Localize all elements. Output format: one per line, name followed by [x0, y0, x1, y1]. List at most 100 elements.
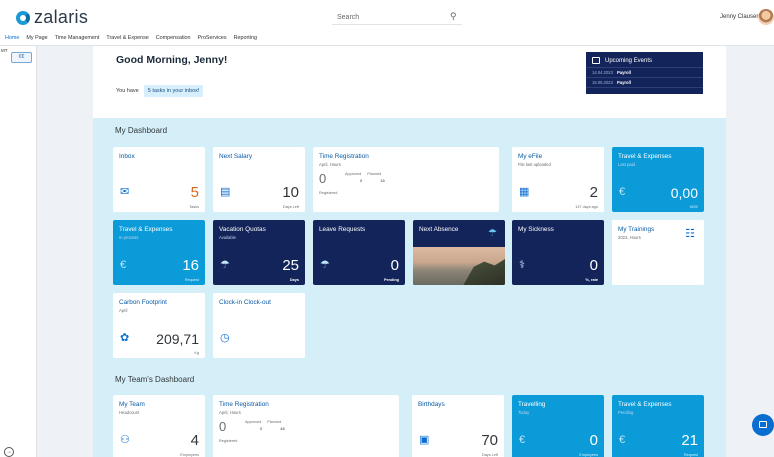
beach-icon: ☂: [220, 259, 230, 271]
user-name: Jenny Clausen: [720, 14, 760, 20]
tile-value: 0,00: [670, 185, 698, 201]
tile-title: Travel & Expenses: [618, 401, 672, 408]
time-labels: Approved Planned: [245, 420, 281, 424]
registered-value: 0: [319, 171, 327, 186]
greeting-title: Good Morning, Jenny!: [116, 54, 228, 66]
time-registration-tile[interactable]: Time Registration April, Hours 0 Approve…: [313, 147, 499, 212]
tile-title: Carbon Footprint: [119, 299, 167, 306]
travel-expenses-in-process-tile[interactable]: Travel & Expenses In process € 16 Reques…: [113, 220, 205, 285]
next-absence-tile[interactable]: Next Absence ☂: [413, 220, 505, 285]
team-icon: ⚇: [120, 434, 130, 446]
my-efile-tile[interactable]: My eFile File last uploaded ▦ 2 137 days…: [512, 147, 604, 212]
nav-item-proservices[interactable]: ProServices: [197, 32, 228, 45]
clock-user-icon: ◷: [220, 332, 230, 344]
tile-value: 4: [190, 432, 199, 449]
main-nav: Home My Page Time Management Travel & Ex…: [0, 32, 774, 46]
team-travel-expenses-tile[interactable]: Travel & Expenses Pending € 21 Request: [612, 395, 704, 457]
travel-expenses-last-paid-tile[interactable]: Travel & Expenses Last paid € 0,00 NOK: [612, 147, 704, 212]
birthdays-tile[interactable]: Birthdays ▣ 70 Days Left: [412, 395, 504, 457]
nav-item-compensation[interactable]: Compensation: [155, 32, 192, 45]
event-row[interactable]: 15.05.2023 Payroll: [586, 78, 703, 88]
event-date: 15.05.2023: [592, 80, 613, 85]
tile-footer: Pending: [384, 278, 399, 282]
tile-title: Travel & Expenses: [119, 226, 173, 233]
clock-in-out-tile[interactable]: Clock-in Clock-out ◷: [213, 293, 305, 358]
planned-label: Planned: [367, 172, 382, 176]
team-time-registration-tile[interactable]: Time Registration April, Hours 0 Approve…: [213, 395, 399, 457]
tile-footer: Request: [683, 453, 698, 457]
tile-footer: Request: [184, 278, 199, 282]
planned-value: 16: [380, 178, 385, 183]
tile-value: 70: [481, 432, 498, 449]
upcoming-events-panel[interactable]: Upcoming Events 14.04.2023 Payroll 15.05…: [586, 52, 703, 94]
tile-title: Next Salary: [219, 153, 253, 160]
nav-item-my-page[interactable]: My Page: [25, 32, 48, 45]
event-name: Payroll: [616, 70, 631, 75]
tile-subtitle: Today: [518, 410, 530, 415]
tile-footer: NOK: [689, 205, 698, 209]
tile-title: Birthdays: [418, 401, 445, 408]
nav-item-time-management[interactable]: Time Management: [54, 32, 101, 45]
tile-title: Leave Requests: [319, 226, 366, 233]
tile-title: Travelling: [518, 401, 546, 408]
event-name: Payroll: [616, 80, 631, 85]
tile-subtitle: File last uploaded: [518, 162, 551, 167]
avatar[interactable]: [758, 9, 774, 25]
event-row[interactable]: 14.04.2023 Payroll: [586, 68, 703, 78]
planned-label: Planned: [267, 420, 282, 424]
brand-logo[interactable]: zalaris: [16, 7, 88, 28]
approved-label: Approved: [345, 172, 362, 176]
exit-icon[interactable]: →: [4, 447, 14, 457]
inbox-summary: You have 5 tasks in your inbox!: [116, 85, 204, 97]
tile-subtitle: April, Hours: [319, 162, 341, 167]
tile-subtitle: 2023, Hours: [618, 235, 641, 240]
inbox-tasks-chip[interactable]: 5 tasks in your inbox!: [143, 85, 204, 97]
nav-item-reporting[interactable]: Reporting: [233, 32, 258, 45]
cake-icon: ▣: [419, 434, 430, 446]
mt-label: MT: [1, 48, 8, 53]
search-icon[interactable]: ⚲: [450, 11, 457, 22]
tile-footer: Days Left: [282, 205, 299, 209]
my-trainings-tile[interactable]: My Trainings 2023, Hours ☷: [612, 220, 704, 285]
leave-requests-tile[interactable]: Leave Requests ☂ 0 Pending: [313, 220, 405, 285]
tile-value: 25: [282, 257, 299, 274]
inbox-tile[interactable]: Inbox ✉ 5 Tasks: [113, 147, 205, 212]
tile-title: My Sickness: [518, 226, 554, 233]
absence-photo: [413, 247, 505, 285]
tile-value: 209,71: [156, 331, 199, 347]
nav-item-travel-expense[interactable]: Travel & Expense: [105, 32, 149, 45]
inbox-prefix: You have: [116, 88, 139, 94]
event-date: 14.04.2023: [592, 70, 613, 75]
my-team-tile[interactable]: My Team Headcount ⚇ 4 Employees: [113, 395, 205, 457]
events-header: Upcoming Events: [586, 52, 703, 68]
time-labels: Approved Planned: [345, 172, 381, 176]
tile-title: Time Registration: [219, 401, 269, 408]
tile-value: 0: [390, 257, 399, 274]
tile-subtitle: Available: [219, 235, 236, 240]
nav-item-home[interactable]: Home: [4, 32, 20, 45]
search-input[interactable]: Search: [332, 11, 462, 25]
my-dashboard-title: My Dashboard: [115, 126, 168, 135]
tile-footer: Kg: [194, 351, 199, 355]
book-icon: ☷: [685, 228, 695, 240]
euro-icon: €: [519, 434, 526, 446]
euro-icon: €: [619, 434, 626, 446]
tile-title: Inbox: [119, 153, 135, 160]
mt-expense-icon[interactable]: €€: [11, 52, 32, 63]
carbon-footprint-tile[interactable]: Carbon Footprint April ✿ 209,71 Kg: [113, 293, 205, 358]
tile-title: Travel & Expenses: [618, 153, 672, 160]
sick-icon: ⚕: [519, 259, 525, 271]
travelling-tile[interactable]: Travelling Today € 0 Employees: [512, 395, 604, 457]
tile-footer: Employees: [579, 453, 598, 457]
tile-footer: 137 days ago: [575, 205, 598, 209]
approved-value: 0: [360, 178, 363, 183]
tile-value: 0: [589, 432, 598, 449]
vacation-quotas-tile[interactable]: Vacation Quotas Available ☂ 25 Days: [213, 220, 305, 285]
tile-title: My Team: [119, 401, 145, 408]
my-sickness-tile[interactable]: My Sickness ⚕ 0 %, rate: [512, 220, 604, 285]
chat-button[interactable]: [752, 414, 774, 436]
tile-subtitle: Pending: [618, 410, 634, 415]
tile-title: Time Registration: [319, 153, 369, 160]
next-salary-tile[interactable]: Next Salary ▤ 10 Days Left: [213, 147, 305, 212]
team-dashboard-title: My Team's Dashboard: [115, 375, 195, 384]
